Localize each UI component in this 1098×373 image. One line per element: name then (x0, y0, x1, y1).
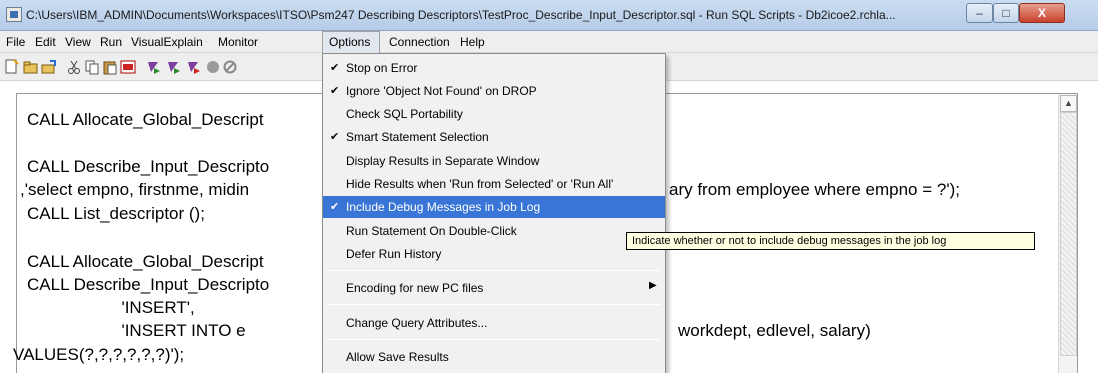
menu-item-label: Stop on Error (346, 61, 418, 75)
menu-separator (327, 304, 661, 305)
menu-item-label: Ignore 'Object Not Found' on DROP (346, 84, 537, 98)
editor-line: CALL Describe_Input_Descripto (27, 275, 270, 294)
check-icon: ✔ (330, 85, 340, 97)
menu-item-stop-on-error[interactable]: ✔ Stop on Error (323, 57, 665, 79)
scroll-thumb[interactable] (1060, 112, 1077, 356)
menu-item-label: Hide Results when 'Run from Selected' or… (346, 177, 614, 191)
menu-item-label: Check SQL Portability (346, 107, 463, 121)
editor-line: ,'select empno, firstnme, midin (20, 180, 250, 199)
menu-item-defer-run-history[interactable]: Defer Run History (323, 243, 665, 265)
run-all-icon[interactable] (146, 59, 162, 75)
editor-line: workdept, edlevel, salary) (678, 321, 871, 340)
menu-item-check-sql-portability[interactable]: Check SQL Portability (323, 103, 665, 125)
check-icon: ✔ (330, 201, 340, 213)
menu-separator (327, 339, 661, 340)
options-menu: ✔ Stop on Error ✔ Ignore 'Object Not Fou… (322, 53, 666, 373)
menu-item-label: Smart Statement Selection (346, 130, 489, 144)
editor-line: ary from employee where empno = ?'); (669, 180, 960, 199)
editor-line: CALL Allocate_Global_Descript (27, 110, 264, 129)
tooltip: Indicate whether or not to include debug… (626, 232, 1035, 250)
editor-line: 'INSERT INTO e (27, 321, 246, 340)
menu-file[interactable]: File (6, 35, 25, 49)
menu-item-hide-results[interactable]: Hide Results when 'Run from Selected' or… (323, 173, 665, 195)
close-button[interactable]: X (1019, 3, 1065, 23)
menu-item-label: Defer Run History (346, 247, 442, 261)
menu-connection[interactable]: Connection (389, 35, 450, 49)
menu-item-smart-statement-selection[interactable]: ✔ Smart Statement Selection (323, 126, 665, 148)
find-icon[interactable] (120, 59, 136, 75)
editor-line: VALUES(?,?,?,?,?,?)'); (13, 345, 185, 364)
menu-options[interactable]: Options (329, 35, 370, 49)
menu-item-encoding-new-pc-files[interactable]: Encoding for new PC files ▶ (323, 277, 665, 299)
menu-item-change-query-attributes[interactable]: Change Query Attributes... (323, 312, 665, 334)
menu-item-allow-save-results[interactable]: Allow Save Results (323, 346, 665, 368)
menu-monitor[interactable]: Monitor (218, 35, 258, 49)
menu-item-display-results-separate-window[interactable]: Display Results in Separate Window (323, 150, 665, 172)
menu-item-label: Encoding for new PC files (346, 281, 484, 295)
open-icon[interactable] (23, 59, 39, 75)
stop-icon[interactable] (205, 59, 221, 75)
menu-separator (327, 270, 661, 271)
minimize-button[interactable]: – (966, 3, 993, 23)
title-bar: C:\Users\IBM_ADMIN\Documents\Workspaces\… (0, 0, 1098, 31)
check-icon: ✔ (330, 131, 340, 143)
window-title: C:\Users\IBM_ADMIN\Documents\Workspaces\… (26, 8, 896, 22)
menu-item-label: Include Debug Messages in Job Log (346, 200, 541, 214)
cut-icon[interactable] (66, 59, 82, 75)
menu-item-run-statement-double-click[interactable]: Run Statement On Double-Click (323, 220, 665, 242)
save-icon[interactable] (41, 59, 57, 75)
menu-visualexplain[interactable]: VisualExplain (131, 35, 203, 49)
scroll-up-arrow-icon[interactable]: ▲ (1060, 95, 1077, 112)
copy-icon[interactable] (84, 59, 100, 75)
menu-run[interactable]: Run (100, 35, 122, 49)
menu-bar: File Edit View Run VisualExplain Monitor… (0, 31, 1098, 53)
run-selected-icon[interactable] (186, 59, 202, 75)
menu-item-label: Run Statement On Double-Click (346, 224, 517, 238)
app-icon[interactable] (6, 7, 22, 22)
editor-line: CALL Allocate_Global_Descript (27, 252, 264, 271)
check-icon: ✔ (330, 62, 340, 74)
maximize-button[interactable]: □ (993, 3, 1019, 23)
menu-item-label: Allow Save Results (346, 350, 449, 364)
paste-icon[interactable] (102, 59, 118, 75)
new-script-icon[interactable] (4, 59, 20, 75)
editor-line: CALL List_descriptor (); (27, 204, 205, 223)
cancel-icon[interactable] (222, 59, 238, 75)
menu-item-label: Change Query Attributes... (346, 316, 488, 330)
menu-edit[interactable]: Edit (35, 35, 56, 49)
menu-item-ignore-object-not-found[interactable]: ✔ Ignore 'Object Not Found' on DROP (323, 80, 665, 102)
editor-line: 'INSERT', (27, 298, 195, 317)
run-from-selected-icon[interactable] (166, 59, 182, 75)
menu-view[interactable]: View (65, 35, 91, 49)
vertical-scrollbar[interactable]: ▲ (1058, 94, 1077, 373)
menu-item-include-debug-messages[interactable]: ✔ Include Debug Messages in Job Log (323, 196, 665, 218)
editor-line: CALL Describe_Input_Descripto (27, 157, 270, 176)
menu-item-label: Display Results in Separate Window (346, 154, 540, 168)
menu-help[interactable]: Help (460, 35, 485, 49)
submenu-arrow-icon: ▶ (649, 280, 657, 291)
